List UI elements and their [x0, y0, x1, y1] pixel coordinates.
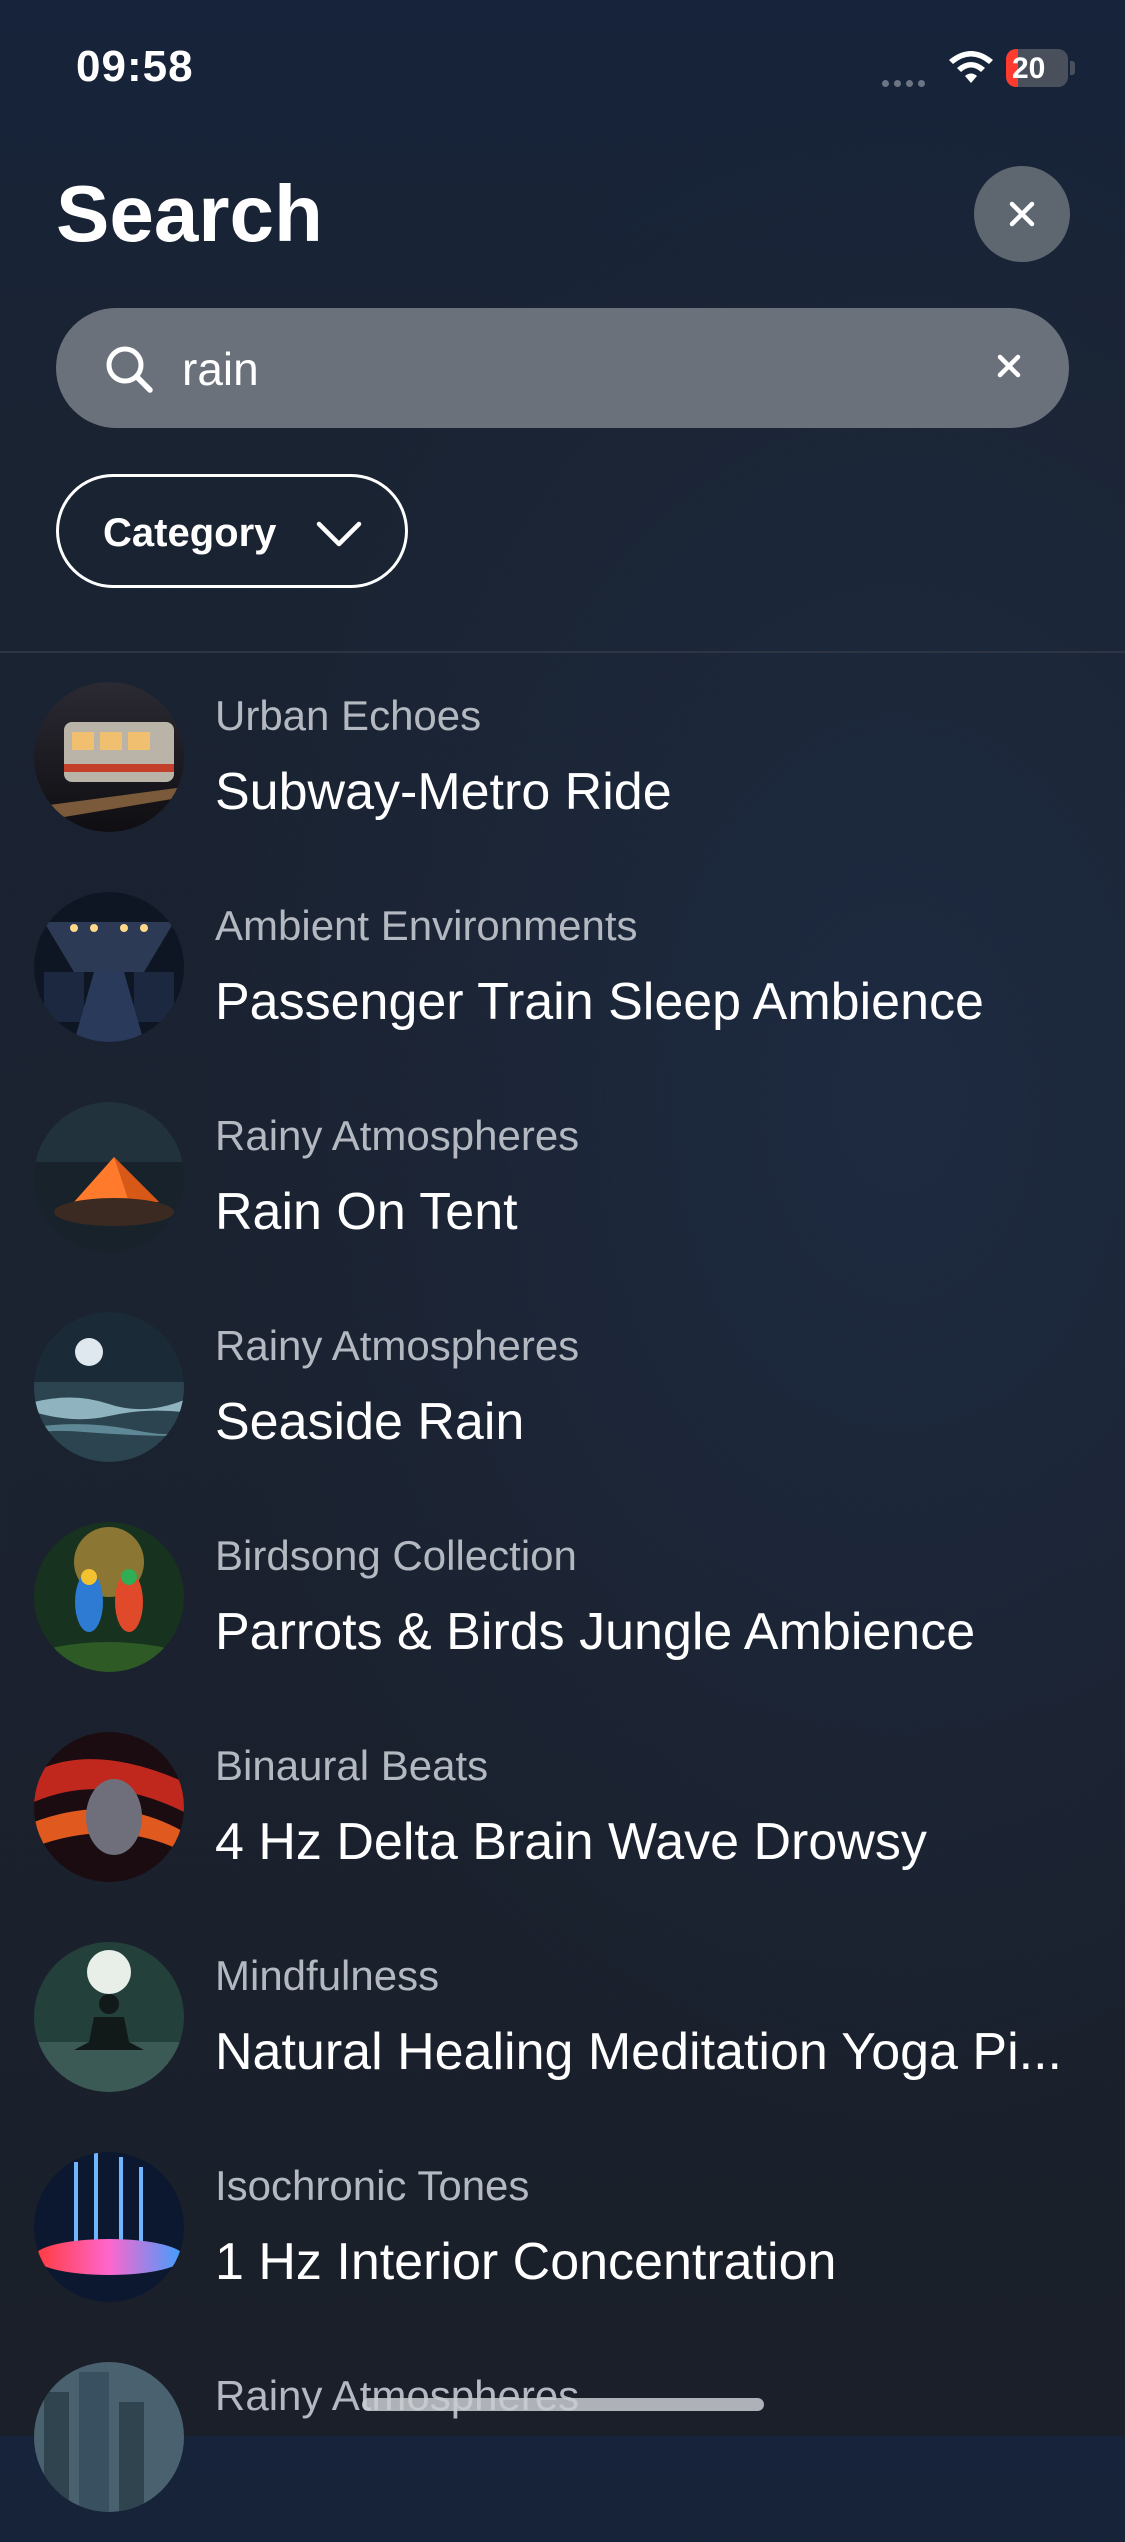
item-category: Isochronic Tones [215, 2162, 530, 2209]
list-item[interactable]: Rainy Atmospheres Rain On Tent [0, 1072, 1125, 1282]
item-category: Rainy Atmospheres [215, 2372, 580, 2419]
item-category: Ambient Environments [215, 902, 638, 949]
list-item[interactable]: Isochronic Tones 1 Hz Interior Concentra… [0, 2122, 1125, 2332]
list-item[interactable]: Birdsong Collection Parrots & Birds Jung… [0, 1492, 1125, 1702]
thumbnail-parrots [34, 1522, 184, 1672]
list-item[interactable]: Rainy Atmospheres Seaside Rain [0, 1282, 1125, 1492]
item-title: Seaside Rain [215, 1393, 525, 1451]
search-icon [106, 346, 153, 393]
status-bar: 09:58 20 [0, 0, 1125, 140]
item-title: Natural Healing Meditation Yoga Pi... [215, 2023, 1062, 2081]
battery-icon: 20 [1006, 49, 1076, 87]
list-item[interactable]: Binaural Beats 4 Hz Delta Brain Wave Dro… [0, 1702, 1125, 1912]
category-filter-button[interactable]: Category [56, 474, 408, 588]
thumbnail-tent [34, 1102, 184, 1252]
item-title: Passenger Train Sleep Ambience [215, 973, 984, 1031]
item-title: 4 Hz Delta Brain Wave Drowsy [215, 1813, 927, 1871]
thumbnail-train [34, 892, 184, 1042]
close-icon [1009, 201, 1035, 227]
item-category: Birdsong Collection [215, 1532, 577, 1579]
item-title: Subway-Metro Ride [215, 763, 672, 821]
list-item[interactable]: Rainy Atmospheres [0, 2332, 1125, 2542]
clear-search-icon[interactable] [991, 348, 1027, 384]
list-item[interactable]: Mindfulness Natural Healing Meditation Y… [0, 1912, 1125, 2122]
status-time: 09:58 [76, 42, 194, 91]
item-category: Mindfulness [215, 1952, 440, 1999]
search-input[interactable] [180, 332, 984, 406]
thumbnail-meditation [34, 1942, 184, 2092]
cellular-signal-icon [882, 74, 934, 87]
page-title: Search [56, 169, 323, 258]
battery-level: 20 [1012, 52, 1046, 85]
close-button[interactable] [974, 166, 1070, 262]
thumbnail-isochronic [34, 2152, 184, 2302]
item-title: Rain On Tent [215, 1183, 518, 1241]
list-item[interactable]: Ambient Environments Passenger Train Sle… [0, 862, 1125, 1072]
home-indicator[interactable] [362, 2398, 764, 2411]
item-title: 1 Hz Interior Concentration [215, 2233, 837, 2291]
list-item[interactable]: Urban Echoes Subway-Metro Ride [0, 652, 1125, 862]
item-title: Parrots & Birds Jungle Ambience [215, 1603, 976, 1661]
item-category: Urban Echoes [215, 692, 482, 739]
item-category: Rainy Atmospheres [215, 1322, 580, 1369]
chevron-down-icon [316, 521, 362, 547]
thumbnail-subway [34, 682, 184, 832]
thumbnail-rainy-city [34, 2362, 184, 2512]
search-field[interactable] [56, 308, 1069, 428]
item-category: Binaural Beats [215, 1742, 489, 1789]
wifi-icon [949, 51, 993, 83]
category-filter-label: Category [103, 511, 277, 555]
thumbnail-seaside [34, 1312, 184, 1462]
item-category: Rainy Atmospheres [215, 1112, 580, 1159]
thumbnail-binaural [34, 1732, 184, 1882]
